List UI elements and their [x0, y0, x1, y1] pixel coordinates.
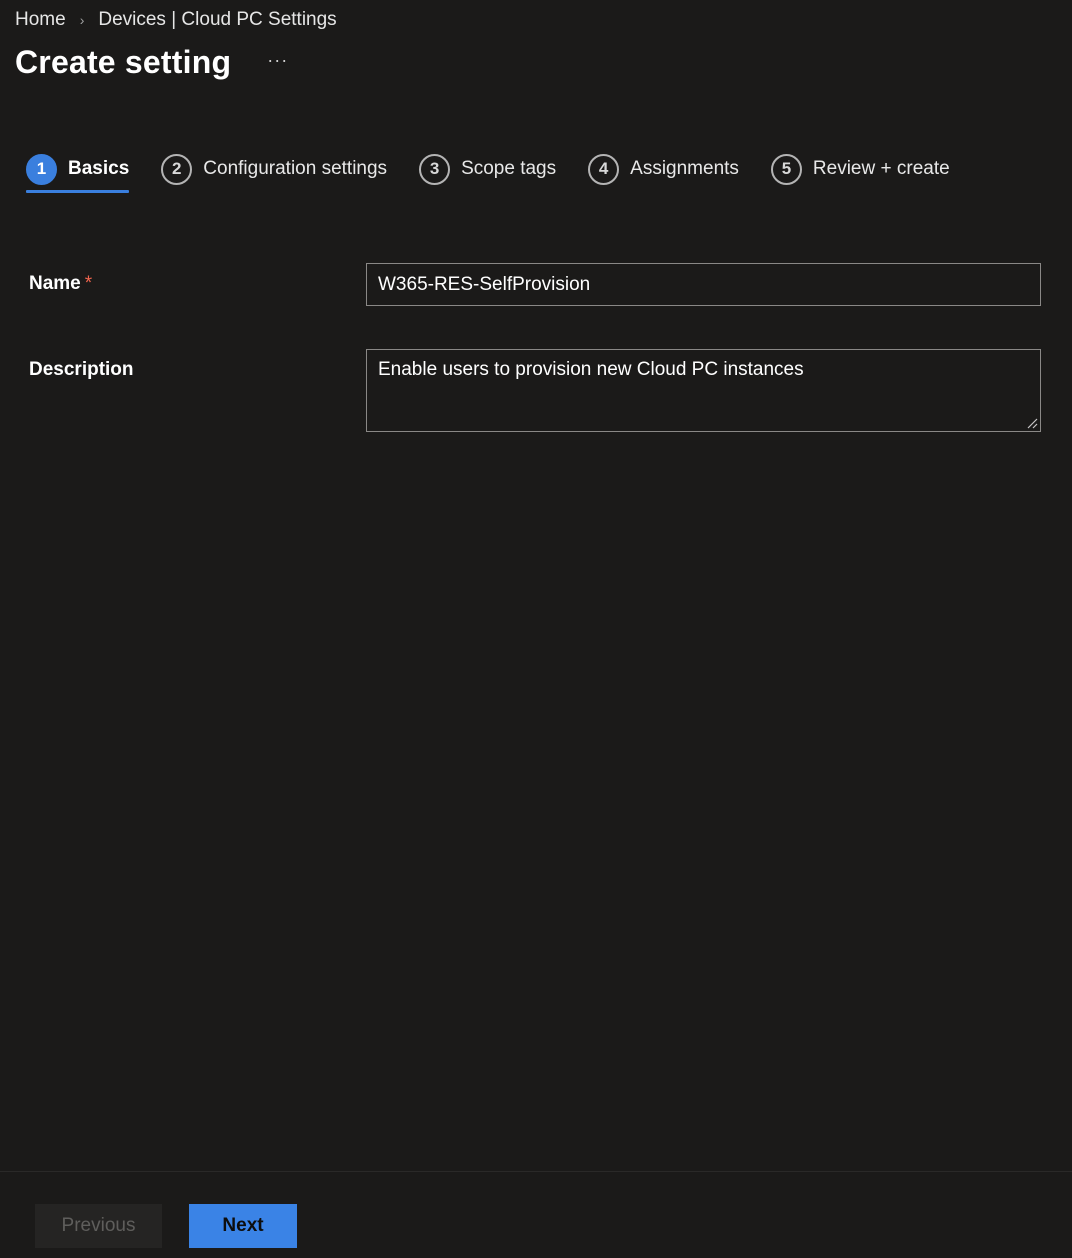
more-options-icon[interactable]: ··· — [267, 50, 288, 71]
step-label-review-create: Review + create — [812, 158, 950, 179]
step-number-2: 2 — [161, 153, 193, 185]
title-row: Create setting ··· — [15, 44, 288, 81]
resize-handle-icon[interactable] — [1026, 417, 1038, 429]
description-textarea[interactable] — [366, 349, 1041, 432]
next-button[interactable]: Next — [189, 1204, 297, 1248]
breadcrumb-devices-cloud-pc-settings[interactable]: Devices | Cloud PC Settings — [98, 9, 336, 31]
breadcrumb-home[interactable]: Home — [15, 9, 66, 31]
footer-bar: Previous Next — [0, 1171, 1072, 1258]
page: Home › Devices | Cloud PC Settings Creat… — [0, 0, 1072, 1258]
name-label-text: Name — [29, 273, 81, 294]
step-label-basics: Basics — [68, 158, 130, 179]
required-marker: * — [84, 273, 93, 294]
tab-assignments[interactable]: 4 Assignments — [588, 146, 739, 192]
description-label: Description — [29, 359, 134, 380]
tab-basics[interactable]: 1 Basics — [26, 146, 130, 193]
chevron-right-icon: › — [79, 12, 85, 28]
name-input[interactable] — [366, 263, 1041, 306]
step-number-3: 3 — [419, 153, 451, 185]
previous-button[interactable]: Previous — [35, 1204, 162, 1248]
tab-review-create[interactable]: 5 Review + create — [770, 146, 950, 192]
tab-configuration-settings[interactable]: 2 Configuration settings — [161, 146, 387, 192]
tab-scope-tags[interactable]: 3 Scope tags — [419, 146, 556, 192]
name-label: Name * — [29, 273, 92, 295]
step-label-scope-tags: Scope tags — [461, 158, 557, 179]
page-title: Create setting — [15, 44, 232, 80]
wizard-steps: 1 Basics 2 Configuration settings 3 Scop… — [26, 146, 982, 193]
step-number-1: 1 — [26, 153, 57, 185]
step-number-4: 4 — [588, 153, 620, 185]
step-number-5: 5 — [770, 153, 802, 185]
step-label-configuration-settings: Configuration settings — [203, 158, 388, 179]
breadcrumb: Home › Devices | Cloud PC Settings — [15, 9, 337, 31]
step-label-assignments: Assignments — [630, 158, 739, 179]
